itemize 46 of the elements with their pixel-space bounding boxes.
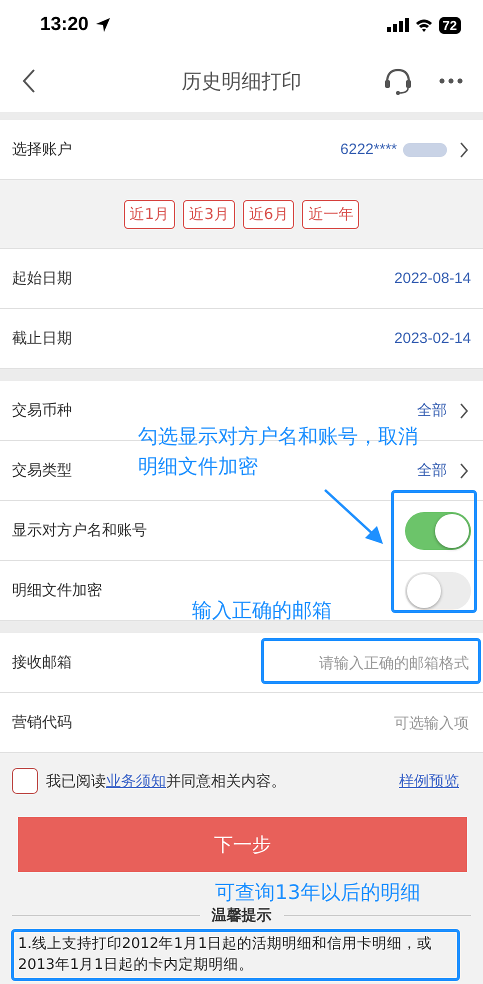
period-button[interactable]: 近1月 bbox=[124, 200, 176, 228]
annotation-note: 输入正确的邮箱 bbox=[192, 597, 332, 624]
tip-text: 1.线上支持打印2012年1月1日起的活期明细和信用卡明细，或2013年1月1日起的卡内定期明细。 bbox=[18, 935, 434, 975]
period-button[interactable]: 近6月 bbox=[242, 200, 294, 228]
period-button[interactable]: 近一年 bbox=[302, 200, 360, 228]
row-label: 截止日期 bbox=[12, 329, 72, 348]
back-icon[interactable] bbox=[22, 68, 36, 94]
headset-icon[interactable] bbox=[383, 66, 413, 96]
account-number[interactable]: 6222**** bbox=[340, 141, 397, 158]
select-value[interactable]: 全部 bbox=[417, 401, 447, 420]
input-field[interactable]: 可选输入项 bbox=[247, 712, 471, 732]
tips-title: 温馨提示 bbox=[212, 906, 272, 925]
preview-link[interactable]: 样例预览 bbox=[399, 772, 459, 790]
battery-level: 72 bbox=[438, 16, 461, 34]
pointer-arrow bbox=[323, 488, 385, 546]
row-label: 显示对方户名和账号 bbox=[12, 521, 147, 540]
chevron-right-icon bbox=[459, 140, 469, 158]
date-value[interactable]: 2023-02-14 bbox=[394, 330, 471, 347]
toggle-switch[interactable] bbox=[405, 572, 471, 610]
wifi-icon bbox=[414, 18, 433, 32]
clock-time: 13:20 bbox=[40, 14, 89, 36]
location-arrow-icon bbox=[94, 17, 111, 33]
signal-icon bbox=[386, 18, 409, 32]
chevron-right-icon bbox=[459, 462, 469, 480]
more-icon[interactable] bbox=[439, 78, 463, 84]
row-label: 起始日期 bbox=[12, 269, 72, 288]
input-field[interactable]: 请输入正确的邮箱格式 bbox=[247, 652, 471, 672]
period-button[interactable]: 近3月 bbox=[183, 200, 235, 228]
terms-link[interactable]: 业务须知 bbox=[106, 772, 166, 790]
page-title: 历史明细打印 bbox=[180, 68, 302, 94]
annotation-note: 勾选显示对方户名和账号，取消 bbox=[138, 423, 418, 450]
annotation-note: 可查询13年以后的明细 bbox=[215, 879, 420, 906]
row-label: 营销代码 bbox=[12, 713, 72, 732]
row-label: 明细文件加密 bbox=[12, 581, 102, 600]
row-label: 交易币种 bbox=[12, 401, 72, 420]
date-value[interactable]: 2022-08-14 bbox=[394, 270, 471, 287]
annotation-note: 明细文件加密 bbox=[138, 453, 258, 480]
toggle-switch[interactable] bbox=[405, 512, 471, 550]
next-button[interactable]: 下一步 bbox=[18, 817, 467, 872]
chevron-right-icon bbox=[459, 402, 469, 420]
checkbox[interactable] bbox=[12, 768, 38, 794]
select-value[interactable]: 全部 bbox=[417, 461, 447, 480]
row-label: 接收邮箱 bbox=[12, 653, 72, 672]
agreement-text: 我已阅读业务须知并同意相关内容。 bbox=[46, 772, 286, 790]
row-label: 交易类型 bbox=[12, 461, 72, 480]
row-label: 选择账户 bbox=[12, 140, 72, 159]
